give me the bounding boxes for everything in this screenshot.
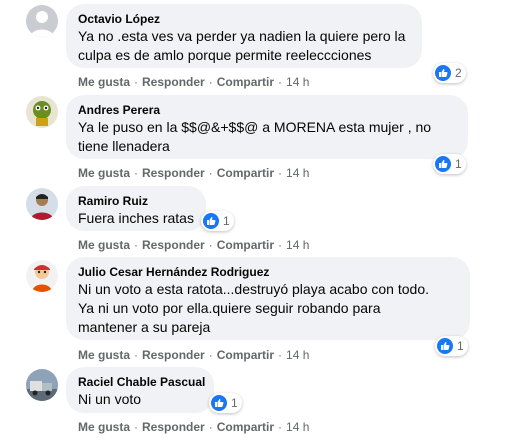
- reaction-summary[interactable]: 1: [209, 393, 242, 413]
- share-button[interactable]: Compartir: [217, 420, 274, 434]
- separator: ·: [134, 166, 139, 180]
- comments-feed: Octavio López Ya no .esta ves va perder …: [0, 0, 524, 441]
- comment-text: Ni un voto: [78, 391, 142, 407]
- reaction-summary[interactable]: 1: [201, 211, 234, 231]
- reaction-summary[interactable]: 2: [433, 63, 466, 83]
- comment-text: Ya no .esta ves va perder ya nadien la q…: [78, 28, 406, 63]
- separator: ·: [208, 238, 213, 252]
- reaction-count: 1: [457, 339, 464, 353]
- reaction-count: 2: [455, 66, 462, 80]
- comment-bubble: Raciel Chable Pascual Ni un voto: [66, 367, 214, 413]
- timestamp[interactable]: 14 h: [286, 348, 309, 362]
- separator: ·: [208, 348, 213, 362]
- separator: ·: [208, 75, 213, 89]
- reaction-count: 1: [231, 396, 238, 410]
- comment-text: Ni un voto a esta ratota...destruyó play…: [78, 281, 429, 335]
- like-icon: [211, 395, 227, 411]
- cartoon-avatar-icon[interactable]: [26, 260, 58, 292]
- comment-author[interactable]: Andres Perera: [78, 102, 456, 118]
- separator: ·: [134, 420, 139, 434]
- like-icon: [203, 213, 219, 229]
- comment-actions: Me gusta · Responder · Compartir · 14 h: [78, 237, 309, 253]
- separator: ·: [278, 348, 283, 362]
- comment-author[interactable]: Raciel Chable Pascual: [78, 374, 205, 390]
- default-avatar-icon[interactable]: [26, 5, 58, 37]
- separator: ·: [278, 420, 283, 434]
- share-button[interactable]: Compartir: [217, 348, 274, 362]
- timestamp[interactable]: 14 h: [286, 166, 309, 180]
- separator: ·: [134, 75, 139, 89]
- comment-bubble: Andres Perera Ya le puso en la $$@&+$$@ …: [66, 95, 468, 159]
- like-icon: [437, 338, 453, 354]
- like-button[interactable]: Me gusta: [78, 75, 130, 89]
- like-icon: [435, 156, 451, 172]
- separator: ·: [208, 420, 213, 434]
- share-button[interactable]: Compartir: [217, 75, 274, 89]
- like-button[interactable]: Me gusta: [78, 166, 130, 180]
- like-button[interactable]: Me gusta: [78, 420, 130, 434]
- reply-button[interactable]: Responder: [142, 238, 205, 252]
- like-button[interactable]: Me gusta: [78, 348, 130, 362]
- reply-button[interactable]: Responder: [142, 420, 205, 434]
- separator: ·: [278, 75, 283, 89]
- like-icon: [435, 65, 451, 81]
- share-button[interactable]: Compartir: [217, 238, 274, 252]
- comment-actions: Me gusta · Responder · Compartir · 14 h: [78, 347, 309, 363]
- truck-avatar-icon[interactable]: [26, 369, 58, 401]
- comment-author[interactable]: Julio Cesar Hernández Rodriguez: [78, 264, 458, 280]
- separator: ·: [208, 166, 213, 180]
- comment-actions: Me gusta · Responder · Compartir · 14 h: [78, 74, 309, 90]
- timestamp[interactable]: 14 h: [286, 420, 309, 434]
- character-avatar-icon[interactable]: [26, 96, 58, 128]
- comment-author[interactable]: Octavio López: [78, 11, 410, 27]
- comment-bubble: Ramiro Ruiz Fuera inches ratas: [66, 186, 206, 231]
- comment-text: Ya le puso en la $$@&+$$@ a MORENA esta …: [78, 119, 432, 154]
- separator: ·: [278, 166, 283, 180]
- reply-button[interactable]: Responder: [142, 166, 205, 180]
- reply-button[interactable]: Responder: [142, 348, 205, 362]
- reaction-summary[interactable]: 1: [435, 336, 468, 356]
- separator: ·: [134, 238, 139, 252]
- comment-actions: Me gusta · Responder · Compartir · 14 h: [78, 165, 309, 181]
- comment-author[interactable]: Ramiro Ruiz: [78, 193, 194, 209]
- separator: ·: [278, 238, 283, 252]
- share-button[interactable]: Compartir: [217, 166, 274, 180]
- comment-text: Fuera inches ratas: [78, 210, 194, 226]
- comment-bubble: Octavio López Ya no .esta ves va perder …: [66, 4, 422, 68]
- timestamp[interactable]: 14 h: [286, 75, 309, 89]
- timestamp[interactable]: 14 h: [286, 238, 309, 252]
- reaction-count: 1: [455, 157, 462, 171]
- person-avatar-icon[interactable]: [26, 188, 58, 220]
- comment-actions: Me gusta · Responder · Compartir · 14 h: [78, 419, 309, 435]
- reaction-count: 1: [223, 214, 230, 228]
- separator: ·: [134, 348, 139, 362]
- comment-bubble: Julio Cesar Hernández Rodriguez Ni un vo…: [66, 257, 470, 340]
- reaction-summary[interactable]: 1: [433, 154, 466, 174]
- like-button[interactable]: Me gusta: [78, 238, 130, 252]
- reply-button[interactable]: Responder: [142, 75, 205, 89]
